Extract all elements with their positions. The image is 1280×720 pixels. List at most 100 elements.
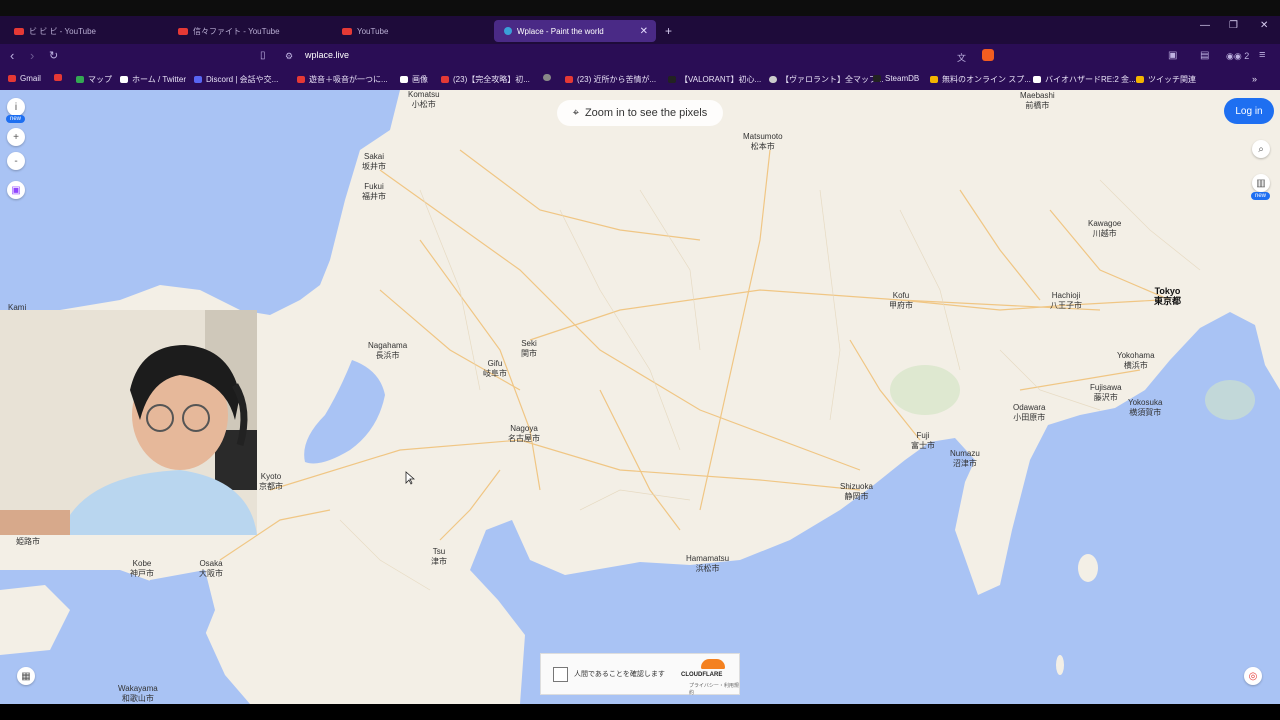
city-label: Sakai 坂井市 (362, 152, 386, 172)
bookmark-images[interactable]: 画像 (400, 74, 428, 85)
city-name-jp: 福井市 (362, 192, 386, 201)
city-label: Numazu 沼津市 (950, 449, 980, 469)
city-name-en: Gifu (487, 359, 503, 368)
zoom-out-button[interactable]: - (7, 152, 25, 170)
tab-youtube-1[interactable]: ビ ビ ビ - YouTube (4, 20, 164, 42)
city-name-jp: 静岡市 (844, 492, 869, 501)
bookmark-gmail[interactable]: Gmail (8, 74, 41, 83)
bookmarks-bar: Gmail マップ ホーム / Twitter Discord | 会話や交..… (0, 68, 1280, 91)
leaderboard-button[interactable]: ▥ (1252, 174, 1270, 192)
locate-button[interactable]: ◎ (1244, 667, 1262, 685)
menu-icon[interactable]: ≡ (1259, 49, 1265, 61)
youtube-icon (14, 27, 24, 35)
bookmark-valorant[interactable]: 【VALORANT】初心... (668, 74, 761, 85)
back-icon[interactable]: ‹ (10, 48, 14, 63)
tab-youtube-2[interactable]: 信々ファイト - YouTube (168, 20, 328, 42)
city-label: Shizuoka 静岡市 (840, 482, 873, 502)
captcha-checkbox[interactable] (553, 667, 568, 682)
bookmark-twitter[interactable]: ホーム / Twitter (120, 74, 186, 85)
city-label: Kawagoe 川越市 (1088, 219, 1121, 239)
zoom-in-button[interactable]: + (7, 128, 25, 146)
youtube-icon (178, 27, 188, 35)
bookmark-folder-twitch[interactable]: ツイッチ関連 (1136, 74, 1196, 85)
city-name-en: Wakayama (118, 684, 158, 693)
city-label: Gifu 岐阜市 (483, 359, 507, 379)
close-icon[interactable]: ✕ (640, 26, 648, 37)
bookmark-discord[interactable]: Discord | 会話や交... (194, 74, 278, 85)
youtube-icon (565, 76, 573, 83)
bookmark-guide[interactable]: (23)【完全攻略】初... (441, 74, 530, 85)
bookmark-globe[interactable] (543, 74, 555, 81)
city-name-en: Numazu (950, 449, 980, 458)
city-name-jp: 大阪市 (199, 569, 223, 578)
cloudflare-brand: CLOUDFLARE (681, 672, 723, 678)
info-button[interactable]: i (7, 98, 25, 116)
tab-wplace[interactable]: Wplace - Paint the world ✕ (494, 20, 656, 42)
city-label: Nagahama 長浜市 (368, 341, 407, 361)
city-name-en: Sakai (363, 152, 384, 161)
forward-icon[interactable]: › (30, 48, 34, 63)
bookmark-label: バイオハザードRE:2 金... (1045, 75, 1136, 84)
bookmark-maps[interactable]: マップ (76, 74, 112, 85)
search-icon: ⌕ (1258, 143, 1264, 155)
city-label: Tokyo 東京都 (1154, 286, 1181, 306)
plus-icon: + (13, 131, 19, 143)
bookmark-label: ツイッチ関連 (1148, 75, 1196, 84)
bookmark-maps-guide[interactable]: 【ヴァロラント】全マップ... (769, 74, 884, 85)
brave-shield-icon[interactable] (982, 49, 994, 61)
search-button[interactable]: ⌕ (1252, 140, 1270, 158)
new-tab-button[interactable]: + (660, 20, 680, 42)
youtube-icon (54, 74, 62, 81)
grid-icon (930, 76, 938, 83)
bookmark-complaint[interactable]: (23) 近所から苦情が... (565, 74, 656, 85)
palette-button[interactable]: ▦ (17, 667, 35, 685)
captcha-privacy-link[interactable]: プライバシー・利用規約 (689, 682, 739, 696)
profile-icon[interactable]: ◉◉ 2 (1226, 51, 1249, 62)
palette-icon: ▦ (21, 670, 31, 682)
window-close-icon[interactable]: ✕ (1260, 20, 1268, 31)
reload-icon[interactable]: ↻ (49, 49, 58, 62)
bookmark-youtube[interactable] (54, 74, 66, 81)
webcam-overlay (0, 310, 257, 535)
sidebar-icon[interactable]: ▣ (1168, 50, 1177, 61)
bookmark-icon[interactable]: ▯ (260, 50, 266, 61)
site-info-icon[interactable]: ⚙ (285, 51, 293, 62)
reading-list-icon[interactable]: ▤ (1200, 50, 1209, 61)
captcha-widget: 人間であることを確認します CLOUDFLARE プライバシー・利用規約 (540, 653, 740, 696)
city-name-jp: 横浜市 (1123, 361, 1148, 370)
minimize-icon[interactable]: — (1200, 20, 1210, 31)
x-icon (120, 76, 128, 83)
izu-oshima-island (1078, 554, 1098, 582)
valorant-icon (668, 76, 676, 83)
city-name-jp: 姫路市 (16, 537, 40, 546)
bookmark-label: 画像 (412, 75, 428, 84)
maximize-icon[interactable]: ❐ (1229, 20, 1238, 31)
city-label: Matsumoto 松本市 (743, 132, 783, 152)
bookmark-biohazard[interactable]: バイオハザードRE:2 金... (1033, 74, 1136, 85)
url-field[interactable]: wplace.live (305, 50, 349, 60)
map-canvas[interactable]: Komatsu 小松市 Sakai 坂井市 Fukui 福井市 Matsumoto 松本… (0, 90, 1280, 704)
city-label: Maebashi 前橋市 (1020, 91, 1055, 111)
city-name-en: Shizuoka (840, 482, 873, 491)
city-name-jp: 富士市 (911, 441, 935, 450)
tab-youtube-3[interactable]: YouTube (332, 20, 492, 42)
login-button[interactable]: Log in (1224, 98, 1274, 124)
city-name-en: Maebashi (1020, 91, 1055, 100)
twitch-button[interactable]: ▣ (7, 181, 25, 199)
city-name-jp: 甲府市 (889, 301, 913, 310)
bookmark-soundproof[interactable]: 遊音＋吸音が一つに... (297, 74, 388, 85)
more-bookmarks-icon[interactable]: » (1252, 74, 1257, 84)
tab-label: 信々ファイト - YouTube (193, 26, 280, 36)
city-name-en: Kawagoe (1088, 219, 1122, 228)
screen-bottom-edge (0, 704, 1280, 720)
city-label: Tsu 津市 (431, 547, 447, 567)
city-name-en: Kofu (892, 291, 910, 300)
bookmark-spreadsheet[interactable]: 無料のオンライン スプ... (930, 74, 1031, 85)
translate-icon[interactable]: 文 (957, 51, 966, 64)
wplace-favicon-icon (504, 27, 512, 35)
bookmark-label: 無料のオンライン スプ... (942, 75, 1031, 84)
bookmark-steamdb[interactable]: SteamDB (873, 74, 919, 83)
city-name-en: Komatsu (408, 90, 440, 99)
zoom-hint: ⌖ Zoom in to see the pixels (557, 100, 723, 126)
bookmark-label: SteamDB (885, 74, 920, 83)
